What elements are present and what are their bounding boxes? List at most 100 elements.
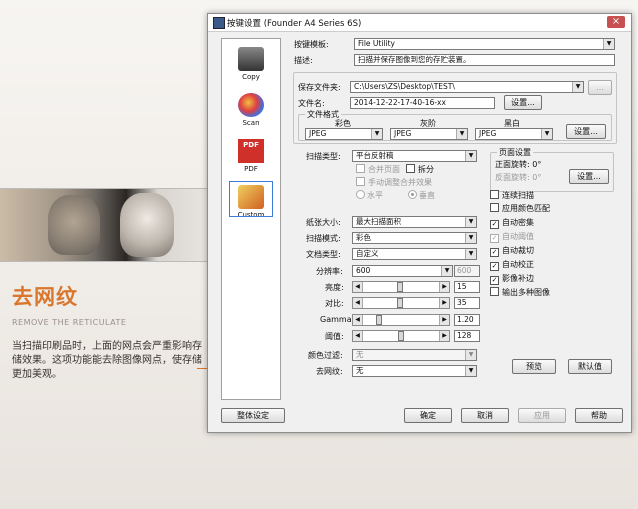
filename-label: 文件名:: [298, 99, 325, 108]
global-settings-button[interactable]: 整体设定: [221, 408, 285, 423]
gamma-field[interactable]: 1.20: [454, 314, 480, 326]
manual-merge-label: 手动调整合并效果: [368, 178, 432, 187]
close-button[interactable]: ×: [607, 16, 625, 28]
slider-thumb[interactable]: [376, 315, 382, 325]
option-continuous-scan[interactable]: 连续扫描: [490, 190, 534, 201]
chevron-down-icon[interactable]: ▼: [456, 129, 467, 139]
option-color-matching[interactable]: 应用颜色匹配: [490, 203, 550, 214]
format-color-value: JPEG: [309, 129, 327, 138]
button-list: Copy Scan PDF PDF Custom: [221, 38, 281, 400]
chevron-down-icon[interactable]: ▼: [541, 129, 552, 139]
scan-type-value: 平台反射稿: [356, 151, 394, 160]
description-input[interactable]: 扫描并保存图像到您的存贮装置。: [354, 54, 615, 66]
back-rotate-text: 反面旋转: 0°: [495, 173, 542, 182]
brightness-slider[interactable]: ◀ ▶: [352, 281, 450, 293]
sidebar-item-custom[interactable]: Custom: [222, 181, 280, 219]
gamma-label: Gamma:: [320, 315, 355, 324]
threshold-field[interactable]: 128: [454, 330, 480, 342]
chevron-down-icon[interactable]: ▼: [465, 249, 476, 259]
browse-button[interactable]: ...: [588, 80, 612, 95]
chevron-down-icon[interactable]: ▼: [465, 233, 476, 243]
contrast-slider[interactable]: ◀ ▶: [352, 297, 450, 309]
resolution-select[interactable]: 600 ▼: [352, 265, 453, 277]
descreen-select[interactable]: 无 ▼: [352, 365, 477, 377]
format-bw-select[interactable]: JPEG ▼: [475, 128, 553, 140]
folder-value: C:\Users\ZS\Desktop\TEST\: [354, 82, 455, 91]
format-gray-value: JPEG: [394, 129, 412, 138]
option-label: 输出多种图像: [502, 288, 550, 297]
promo-title: 去网纹: [12, 285, 78, 309]
chevron-down-icon[interactable]: ▼: [465, 151, 476, 161]
chevron-down-icon[interactable]: ▼: [441, 266, 452, 276]
preview-button[interactable]: 预览: [512, 359, 556, 374]
option-label: 影像补边: [502, 274, 534, 283]
sidebar-item-pdf[interactable]: PDF PDF: [222, 139, 280, 173]
chevron-down-icon[interactable]: ▼: [465, 217, 476, 227]
option-edge-fill[interactable]: ✓ 影像补边: [490, 273, 534, 285]
arrow-right-icon[interactable]: ▶: [439, 331, 449, 341]
page-settings-label: 页面设置: [497, 147, 533, 158]
chevron-down-icon[interactable]: ▼: [603, 39, 614, 49]
contrast-label: 对比:: [325, 299, 344, 308]
threshold-slider[interactable]: ◀ ▶: [352, 330, 450, 342]
option-auto-threshold[interactable]: ✓ 自动阈值: [490, 231, 534, 243]
filename-input[interactable]: 2014-12-22-17-40-16-xx: [350, 97, 495, 109]
ok-button[interactable]: 确定: [404, 408, 452, 423]
brightness-label: 亮度:: [325, 283, 344, 292]
doc-type-select[interactable]: 自定义 ▼: [352, 248, 477, 260]
page-settings-button[interactable]: 设置...: [569, 169, 609, 184]
filename-settings-button[interactable]: 设置...: [504, 95, 542, 110]
chevron-down-icon[interactable]: ▼: [572, 82, 583, 92]
arrow-right-icon[interactable]: ▶: [439, 315, 449, 325]
apply-button[interactable]: 应用: [518, 408, 566, 423]
slider-thumb[interactable]: [398, 331, 404, 341]
sidebar-item-scan[interactable]: Scan: [222, 93, 280, 127]
chevron-down-icon[interactable]: ▼: [465, 366, 476, 376]
resolution-aux-field[interactable]: 600: [454, 265, 480, 277]
slider-thumb[interactable]: [397, 298, 403, 308]
manual-merge-checkbox[interactable]: 手动调整合并效果: [356, 177, 432, 188]
slider-thumb[interactable]: [397, 282, 403, 292]
paper-size-select[interactable]: 最大扫描面积 ▼: [352, 216, 477, 228]
descreen-label: 去网纹:: [316, 367, 343, 376]
cancel-button[interactable]: 取消: [461, 408, 509, 423]
option-auto-deskew[interactable]: ✓ 自动校正: [490, 259, 534, 271]
sidebar-item-copy[interactable]: Copy: [222, 47, 280, 81]
vertical-radio[interactable]: 垂直: [408, 190, 435, 201]
merge-pages-label: 合并页面: [368, 165, 400, 174]
format-gray-select[interactable]: JPEG ▼: [390, 128, 468, 140]
scan-mode-select[interactable]: 彩色 ▼: [352, 232, 477, 244]
horizontal-radio[interactable]: 水平: [356, 190, 383, 201]
scan-type-select[interactable]: 平台反射稿 ▼: [352, 150, 477, 162]
default-button[interactable]: 默认值: [568, 359, 612, 374]
color-filter-select[interactable]: 无 ▼: [352, 349, 477, 361]
option-multi-output[interactable]: 输出多种图像: [490, 287, 550, 298]
format-color-select[interactable]: JPEG ▼: [305, 128, 383, 140]
gamma-slider[interactable]: ◀ ▶: [352, 314, 450, 326]
printer-icon: [238, 47, 264, 71]
folder-select[interactable]: C:\Users\ZS\Desktop\TEST\ ▼: [350, 81, 584, 93]
brightness-field[interactable]: 15: [454, 281, 480, 293]
merge-pages-checkbox[interactable]: 合并页面: [356, 164, 400, 175]
option-label: 自动密集: [502, 218, 534, 227]
chevron-down-icon[interactable]: ▼: [465, 350, 476, 360]
contrast-field[interactable]: 35: [454, 297, 480, 309]
chevron-down-icon[interactable]: ▼: [371, 129, 382, 139]
arrow-right-icon[interactable]: ▶: [439, 282, 449, 292]
vertical-label: 垂直: [419, 191, 435, 200]
arrow-left-icon[interactable]: ◀: [353, 282, 363, 292]
arrow-right-icon[interactable]: ▶: [439, 298, 449, 308]
template-select[interactable]: File Utility ▼: [354, 38, 615, 50]
arrow-left-icon[interactable]: ◀: [353, 331, 363, 341]
doc-type-label: 文档类型:: [306, 250, 341, 259]
arrow-left-icon[interactable]: ◀: [353, 315, 363, 325]
arrow-left-icon[interactable]: ◀: [353, 298, 363, 308]
format-settings-button[interactable]: 设置...: [566, 124, 606, 139]
title-bar[interactable]: 按键设置 (Founder A4 Series 6S) ×: [208, 14, 631, 32]
option-auto-crop[interactable]: ✓ 自动裁切: [490, 245, 534, 257]
help-button[interactable]: 帮助: [575, 408, 623, 423]
threshold-label: 阈值:: [325, 332, 344, 341]
option-auto-dense[interactable]: ✓ 自动密集: [490, 217, 534, 229]
split-checkbox[interactable]: 拆分: [406, 164, 434, 175]
paper-size-value: 最大扫描面积: [356, 217, 401, 226]
